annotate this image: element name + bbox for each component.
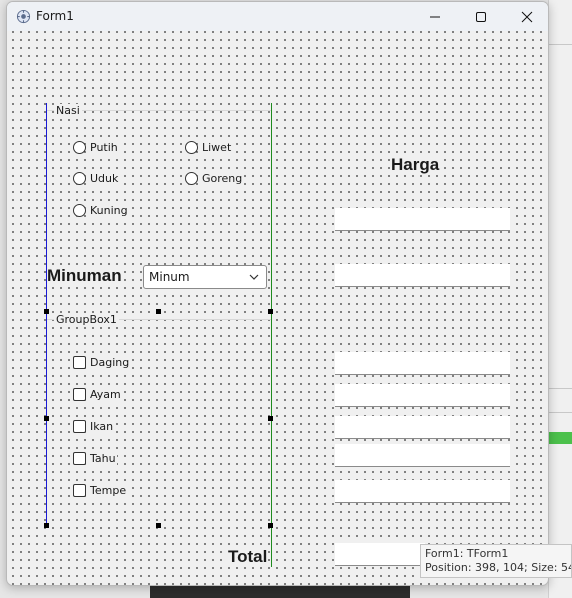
radio-circle[interactable] [185,172,198,185]
hint-line-position: Position: 398, 104; Size: 543 x [425,561,571,574]
radio-kuning[interactable]: Kuning [73,204,129,217]
checkbox-tempe[interactable]: Tempe [73,484,128,497]
resize-handle[interactable] [44,309,49,314]
minuman-label: Minuman [47,266,122,286]
checkbox-box[interactable] [73,420,86,433]
radio-label: Putih [89,141,119,154]
radio-putih[interactable]: Putih [73,141,119,154]
ide-divider [548,388,572,389]
radio-circle[interactable] [73,141,86,154]
nasi-groupbox-caption: Nasi [54,104,82,118]
combobox-value: Minum [149,270,190,284]
resize-handle[interactable] [156,523,161,528]
minuman-combobox[interactable]: Minum [143,265,267,289]
ide-progress-strip [548,432,572,444]
maximize-button[interactable] [458,2,504,31]
radio-circle[interactable] [185,141,198,154]
radio-circle[interactable] [73,172,86,185]
radio-liwet[interactable]: Liwet [185,141,233,154]
harga-field-daging[interactable] [335,352,510,375]
checkbox-label: Ikan [89,420,115,433]
harga-field-minuman[interactable] [335,264,510,287]
title-bar[interactable]: Form1 [7,2,548,31]
ide-divider [548,412,572,413]
minimize-button[interactable] [412,2,458,31]
resize-handle[interactable] [268,523,273,528]
harga-field-tempe[interactable] [335,480,510,503]
total-label: Total [228,547,268,567]
checkbox-box[interactable] [73,452,86,465]
form-app-icon [16,9,31,24]
radio-uduk[interactable]: Uduk [73,172,120,185]
radio-label: Goreng [201,172,244,185]
selection-guide-left [46,103,47,527]
resize-handle[interactable] [156,309,161,314]
resize-handle[interactable] [268,309,273,314]
close-icon [521,11,533,22]
maximize-icon [476,11,486,22]
selection-guide-right [271,103,272,567]
chevron-down-icon[interactable] [248,271,260,283]
checkbox-label: Tempe [89,484,128,497]
checkbox-label: Ayam [89,388,122,401]
form-window[interactable]: Form1 Nasi Putih Liwet Uduk Goreng Kunin… [6,1,549,586]
harga-field-ayam[interactable] [335,384,510,407]
radio-goreng[interactable]: Goreng [185,172,244,185]
checkbox-tahu[interactable]: Tahu [73,452,117,465]
ide-background-panel [548,0,572,598]
checkbox-ayam[interactable]: Ayam [73,388,122,401]
close-button[interactable] [504,2,548,31]
lauk-groupbox-caption: GroupBox1 [54,313,119,327]
hint-line-class: Form1: TForm1 [425,547,509,560]
radio-label: Liwet [201,141,233,154]
minimize-icon [430,16,440,17]
harga-label: Harga [391,155,440,175]
designer-hint-tooltip: Form1: TForm1 Position: 398, 104; Size: … [420,544,572,578]
harga-field-tahu[interactable] [335,444,510,467]
resize-handle[interactable] [44,416,49,421]
harga-field-ikan[interactable] [335,416,510,439]
radio-label: Uduk [89,172,120,185]
checkbox-box[interactable] [73,356,86,369]
harga-field-nasi[interactable] [335,208,510,231]
radio-circle[interactable] [73,204,86,217]
checkbox-label: Tahu [89,452,117,465]
checkbox-ikan[interactable]: Ikan [73,420,115,433]
resize-handle[interactable] [44,523,49,528]
radio-label: Kuning [89,204,129,217]
checkbox-box[interactable] [73,388,86,401]
checkbox-label: Daging [89,356,131,369]
checkbox-box[interactable] [73,484,86,497]
resize-handle[interactable] [268,416,273,421]
checkbox-daging[interactable]: Daging [73,356,131,369]
ide-divider [548,44,572,45]
total-field[interactable] [335,543,425,566]
window-title: Form1 [36,9,74,23]
